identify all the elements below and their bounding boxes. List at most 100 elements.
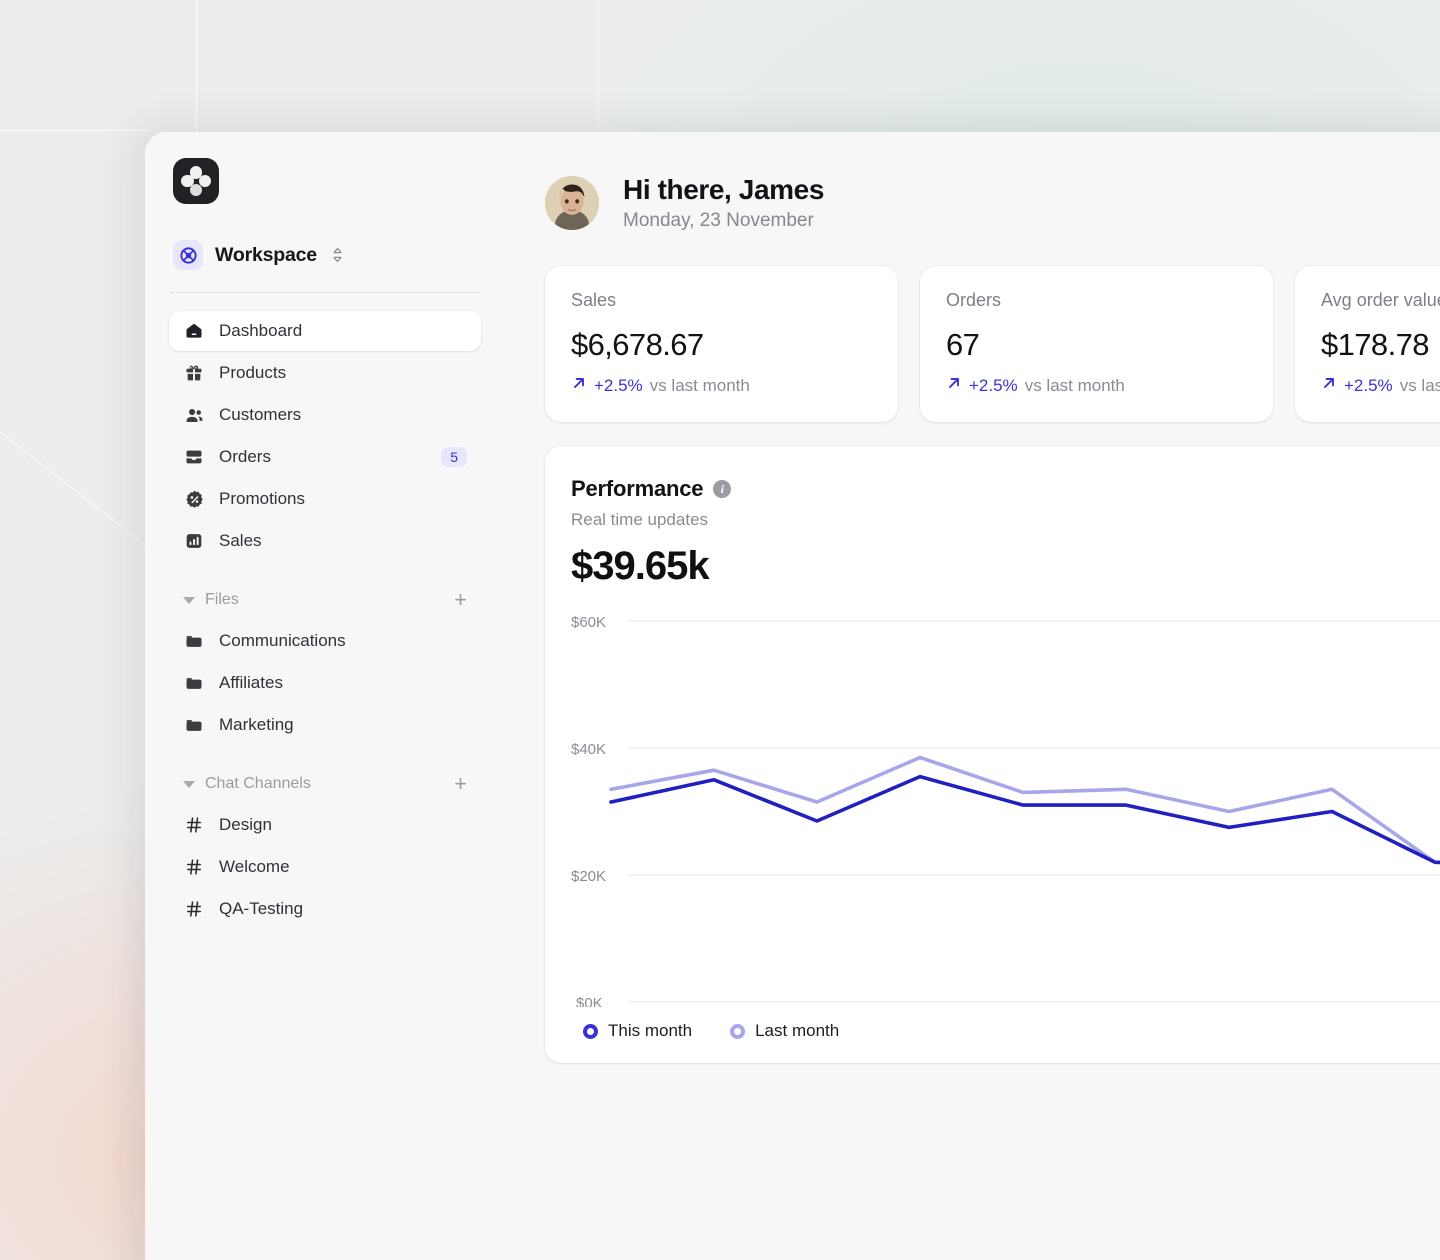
chat-channels-section-header[interactable]: Chat Channels + xyxy=(169,769,481,799)
sidebar-item-label: QA-Testing xyxy=(219,899,303,919)
background-seam xyxy=(0,130,150,131)
main-content: Hi there, James Monday, 23 November Sale… xyxy=(505,132,1440,1260)
stat-value: 67 xyxy=(946,327,1247,363)
performance-total: $39.65k xyxy=(571,544,731,589)
inbox-icon xyxy=(183,446,205,468)
arrow-up-right-icon xyxy=(1321,375,1337,396)
sidebar-item-label: Affiliates xyxy=(219,673,283,693)
stat-card-avg-order-value[interactable]: Avg order value $178.78 +2.5% vs last mo… xyxy=(1295,266,1440,422)
sidebar-item-customers[interactable]: Customers xyxy=(169,395,481,435)
stat-card-orders[interactable]: Orders 67 +2.5% vs last month xyxy=(920,266,1273,422)
chevron-up-down-icon[interactable] xyxy=(331,246,344,264)
legend-dot-icon xyxy=(583,1024,598,1039)
sidebar-item-label: Promotions xyxy=(219,489,305,509)
sidebar-item-products[interactable]: Products xyxy=(169,353,481,393)
clover-logo-icon[interactable] xyxy=(173,158,219,204)
y-tick-label: $60K xyxy=(571,614,606,631)
greeting-header: Hi there, James Monday, 23 November xyxy=(545,174,1440,232)
current-date: Monday, 23 November xyxy=(623,210,824,232)
legend-dot-icon xyxy=(730,1024,745,1039)
stat-delta-pct: +2.5% xyxy=(594,376,643,396)
arrow-up-right-icon xyxy=(571,375,587,396)
sidebar-item-dashboard[interactable]: Dashboard xyxy=(169,311,481,351)
files-section-label: Files xyxy=(205,591,239,609)
sidebar-item-marketing[interactable]: Marketing xyxy=(169,705,481,745)
legend-label: Last month xyxy=(755,1021,839,1041)
sidebar-item-label: Sales xyxy=(219,531,262,551)
chart-gridlines xyxy=(629,621,1440,1002)
sidebar-item-label: Orders xyxy=(219,447,271,467)
info-icon[interactable]: i xyxy=(713,480,731,498)
sidebar-item-label: Customers xyxy=(219,405,301,425)
sidebar-item-qa-testing[interactable]: QA-Testing xyxy=(169,889,481,929)
sidebar-item-design[interactable]: Design xyxy=(169,805,481,845)
sidebar-item-welcome[interactable]: Welcome xyxy=(169,847,481,887)
stat-delta-pct: +2.5% xyxy=(969,376,1018,396)
performance-chart-svg: $60K $40K $20K $0K Jan Feb Mar Apr xyxy=(571,607,1440,1007)
stat-label: Sales xyxy=(571,290,872,311)
chart-legend: This month Last month xyxy=(571,1021,1440,1041)
chart-y-axis-labels: $60K $40K $20K $0K xyxy=(571,614,606,1007)
stat-value: $6,678.67 xyxy=(571,327,872,363)
background-seam xyxy=(196,0,197,140)
files-section-header[interactable]: Files + xyxy=(169,585,481,615)
bar-chart-icon xyxy=(183,530,205,552)
sidebar-item-label: Communications xyxy=(219,631,346,651)
y-tick-label: $40K xyxy=(571,741,606,758)
stat-delta-suffix: vs last month xyxy=(1400,376,1440,396)
stat-value: $178.78 xyxy=(1321,327,1440,363)
stat-delta-pct: +2.5% xyxy=(1344,376,1393,396)
stat-delta-suffix: vs last month xyxy=(1025,376,1125,396)
orders-badge: 5 xyxy=(441,447,467,467)
performance-title: Performance xyxy=(571,476,703,502)
sidebar-item-affiliates[interactable]: Affiliates xyxy=(169,663,481,703)
stat-card-row: Sales $6,678.67 +2.5% vs last month Orde… xyxy=(545,266,1440,422)
add-channel-button[interactable]: + xyxy=(454,773,467,795)
sidebar-item-communications[interactable]: Communications xyxy=(169,621,481,661)
sidebar-item-sales[interactable]: Sales xyxy=(169,521,481,561)
sidebar-item-label: Welcome xyxy=(219,857,290,877)
sidebar-item-promotions[interactable]: Promotions xyxy=(169,479,481,519)
arrow-up-right-icon xyxy=(946,375,962,396)
folder-icon xyxy=(183,672,205,694)
sidebar-item-label: Design xyxy=(219,815,272,835)
background-seam-diagonal xyxy=(0,400,149,737)
performance-panel: Performance i Real time updates $39.65k … xyxy=(545,446,1440,1063)
legend-item-this-month[interactable]: This month xyxy=(583,1021,692,1041)
folder-icon xyxy=(183,714,205,736)
chevron-down-icon xyxy=(183,597,195,604)
legend-item-last-month[interactable]: Last month xyxy=(730,1021,839,1041)
hash-icon xyxy=(183,898,205,920)
chevron-down-icon xyxy=(183,781,195,788)
add-file-button[interactable]: + xyxy=(454,589,467,611)
stat-delta: +2.5% vs last month xyxy=(946,375,1247,396)
workspace-switcher[interactable]: Workspace xyxy=(173,240,481,270)
stat-card-sales[interactable]: Sales $6,678.67 +2.5% vs last month xyxy=(545,266,898,422)
stat-delta: +2.5% vs last month xyxy=(571,375,872,396)
stat-delta-suffix: vs last month xyxy=(650,376,750,396)
app-window: Workspace Dashboard xyxy=(145,132,1440,1260)
primary-nav: Dashboard Products xyxy=(169,311,481,561)
page-title: Hi there, James xyxy=(623,174,824,206)
workspace-name: Workspace xyxy=(215,244,317,267)
users-icon xyxy=(183,404,205,426)
home-icon xyxy=(183,320,205,342)
gift-icon xyxy=(183,362,205,384)
sidebar: Workspace Dashboard xyxy=(145,132,505,1260)
folder-icon xyxy=(183,630,205,652)
y-tick-label: $0K xyxy=(576,995,603,1007)
hash-icon xyxy=(183,814,205,836)
sidebar-item-label: Marketing xyxy=(219,715,294,735)
sidebar-item-label: Dashboard xyxy=(219,321,302,341)
sidebar-item-orders[interactable]: Orders 5 xyxy=(169,437,481,477)
stat-label: Orders xyxy=(946,290,1247,311)
hash-icon xyxy=(183,856,205,878)
background-seam xyxy=(598,0,599,140)
performance-chart[interactable]: $60K $40K $20K $0K Jan Feb Mar Apr xyxy=(571,607,1440,1007)
y-tick-label: $20K xyxy=(571,868,606,885)
avatar[interactable] xyxy=(545,176,599,230)
lifebuoy-icon xyxy=(173,240,203,270)
performance-title-row: Performance i xyxy=(571,476,731,502)
discount-icon xyxy=(183,488,205,510)
performance-panel-header: Performance i Real time updates $39.65k … xyxy=(571,476,1440,589)
